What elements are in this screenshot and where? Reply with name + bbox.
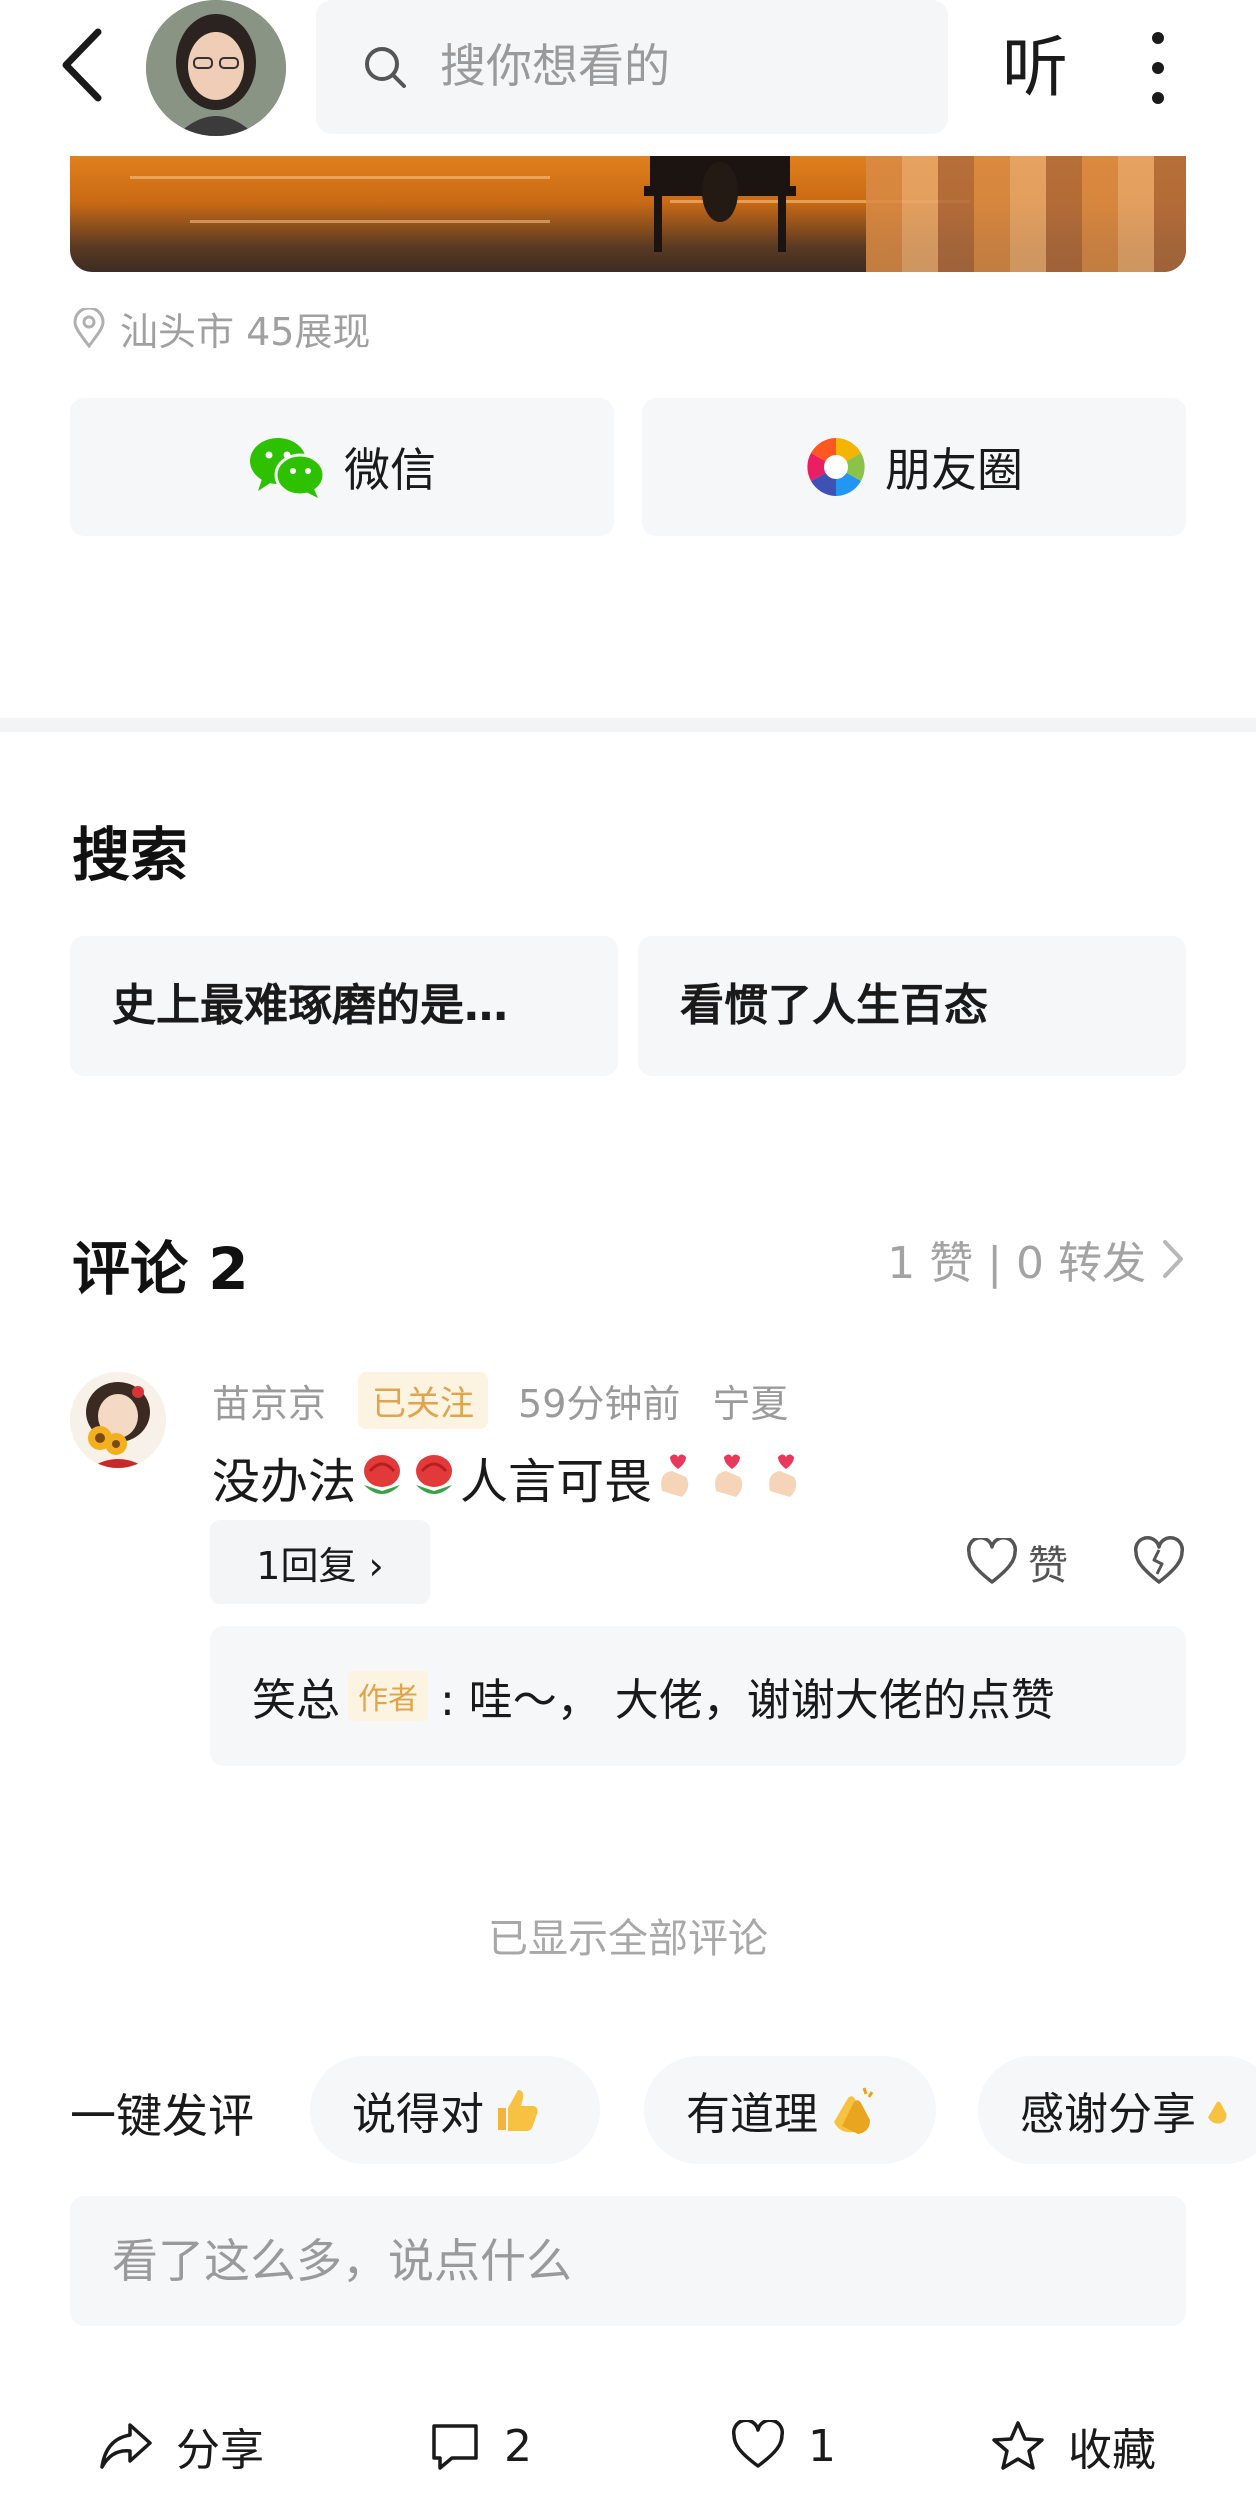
more-vertical-icon [1152, 32, 1164, 104]
top-bar: 听 [0, 0, 1256, 150]
more-options-button[interactable] [1130, 26, 1186, 110]
search-bar[interactable] [316, 0, 948, 134]
all-comments-shown-text: 已显示全部评论 [488, 1916, 768, 1962]
comment-button[interactable]: 2 [428, 2404, 532, 2488]
quick-comment-chip[interactable]: 有道理 [644, 2056, 936, 2164]
clapping-hands-emoji-icon [1208, 2101, 1227, 2124]
commenter-avatar[interactable] [70, 1372, 166, 1468]
post-location: 汕头市 45展现 [72, 300, 370, 356]
quick-comment-chip-label: 有道理 [686, 2089, 818, 2140]
like-button[interactable]: 1 [730, 2404, 836, 2488]
heart-outline-icon [966, 1538, 1018, 1584]
author-avatar[interactable] [146, 0, 286, 136]
star-outline-icon [992, 2421, 1044, 2470]
quick-comment-chip-label: 说得对 [352, 2089, 484, 2140]
moments-aperture-icon [807, 438, 865, 496]
listen-button[interactable]: 听 [990, 20, 1080, 116]
location-text: 汕头市 45展现 [120, 309, 371, 354]
comment-like-button[interactable]: 赞 [966, 1530, 1068, 1594]
reply-preview[interactable]: 笑总 作者 : 哇～， 大佬，谢谢大佬的点赞 [210, 1626, 1186, 1766]
reply-text: : 哇～， 大佬，谢谢大佬的点赞 [440, 1675, 1055, 1726]
comment-text-part: 人言可畏 [460, 1454, 653, 1510]
comment-meta: 苗京京 已关注 59分钟前 宁夏 [212, 1371, 789, 1429]
water-ripple [190, 220, 550, 223]
water-ripple [130, 176, 550, 179]
chevron-left-icon [62, 28, 102, 102]
share-arrow-icon [100, 2423, 152, 2469]
quick-comment-chip[interactable]: 说得对 [310, 2056, 600, 2164]
comment-author[interactable]: 苗京京 [212, 1373, 326, 1428]
quick-comment-chip-label: 感谢分享 [1020, 2089, 1196, 2140]
search-input[interactable] [440, 30, 920, 102]
bottom-action-bar: 分享 2 1 收藏 [0, 2386, 1256, 2506]
search-icon [365, 47, 406, 88]
author-tag: 作者 [348, 1671, 428, 1721]
share-moments-button[interactable]: 朋友圈 [642, 398, 1186, 536]
bench-silhouette [644, 156, 796, 252]
share-wechat-label: 微信 [344, 443, 436, 497]
comment-time: 59分钟前 [518, 1381, 681, 1426]
reply-author[interactable]: 笑总 [252, 1664, 340, 1728]
like-count: 1 [808, 2420, 836, 2472]
section-divider [0, 718, 1256, 732]
avatar-portrait-icon [146, 0, 286, 136]
related-search-item[interactable]: 史上最难琢磨的是… [70, 936, 618, 1076]
share-wechat-button[interactable]: 微信 [70, 398, 614, 536]
search-section-title: 搜索 [72, 821, 189, 889]
chevron-right-icon [1163, 1240, 1183, 1278]
pixelated-region [866, 156, 1186, 272]
thumbs-up-emoji-icon [498, 2090, 538, 2131]
comments-title: 评论 2 [72, 1235, 249, 1303]
wechat-icon [250, 438, 326, 498]
favorite-button[interactable]: 收藏 [990, 2404, 1156, 2488]
back-button[interactable] [50, 20, 120, 110]
rose-emoji-icon [364, 1455, 453, 1494]
comment-count: 2 [504, 2420, 532, 2472]
comment-dislike-button[interactable] [1132, 1534, 1186, 1590]
view-replies-button[interactable]: 1回复 › [210, 1520, 430, 1604]
comment-bubble-icon [432, 2424, 478, 2470]
comment-text: 没办法 人言可畏 [212, 1442, 812, 1512]
share-moments-label: 朋友圈 [885, 443, 1023, 497]
following-badge: 已关注 [358, 1371, 489, 1429]
comment-region: 宁夏 [712, 1381, 789, 1426]
share-row: 微信 朋友圈 [70, 398, 1186, 536]
post-image[interactable] [70, 156, 1186, 272]
broken-heart-icon [1133, 1536, 1185, 1584]
finger-heart-emoji-icon [661, 1454, 797, 1497]
location-pin-icon [73, 308, 105, 348]
quick-comment-label: 一键发评 [70, 2089, 254, 2143]
comment-like-label: 赞 [1028, 1543, 1068, 1589]
avatar-cartoon-icon [70, 1372, 166, 1468]
heart-outline-icon [732, 2420, 784, 2468]
post-stats-text: 1 赞 | 0 转发 [887, 1238, 1146, 1289]
clapping-hands-emoji-icon [834, 2087, 874, 2134]
quick-comment-chip[interactable]: 感谢分享 [978, 2056, 1256, 2164]
share-label: 分享 [176, 2425, 264, 2476]
favorite-label: 收藏 [1068, 2425, 1156, 2476]
share-button[interactable]: 分享 [98, 2404, 264, 2488]
related-search-item[interactable]: 看惯了人生百态 [638, 936, 1186, 1076]
comment-text-part: 没办法 [212, 1454, 357, 1510]
post-stats-link[interactable]: 1 赞 | 0 转发 [887, 1226, 1186, 1292]
comment-input[interactable] [70, 2196, 1186, 2326]
